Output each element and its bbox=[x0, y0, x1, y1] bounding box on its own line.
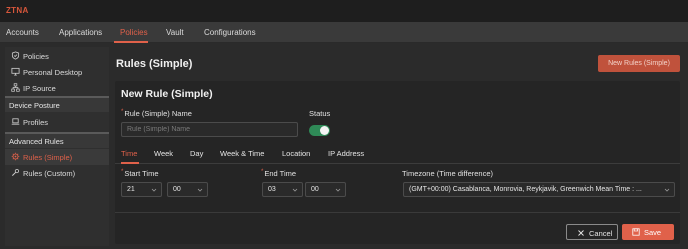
rule-name-input[interactable] bbox=[121, 122, 298, 137]
sidebar-section-label: Device Posture bbox=[9, 101, 60, 110]
chevron-down-icon bbox=[197, 188, 203, 192]
tab-active-indicator bbox=[121, 162, 139, 164]
start-time-label-text: Start Time bbox=[124, 169, 159, 178]
network-icon bbox=[11, 83, 20, 92]
rule-name-label: *Rule (Simple) Name bbox=[121, 109, 192, 118]
form-title: New Rule (Simple) bbox=[121, 88, 213, 100]
tab-week[interactable]: Week bbox=[154, 149, 173, 158]
sidebar-item-personal-desktop[interactable]: Personal Desktop bbox=[5, 64, 109, 80]
required-marker: * bbox=[261, 169, 264, 175]
nav-applications[interactable]: Applications bbox=[59, 28, 102, 37]
sidebar-item-label: Rules (Simple) bbox=[23, 153, 73, 162]
sidebar-item-ip-source[interactable]: IP Source bbox=[5, 80, 109, 96]
start-minute-select[interactable]: 00 bbox=[167, 182, 208, 197]
sidebar-item-profiles[interactable]: Profiles bbox=[5, 114, 109, 130]
cancel-label: Cancel bbox=[589, 229, 613, 238]
end-time-label-text: End Time bbox=[264, 169, 297, 178]
timezone-select[interactable]: (GMT+00:00) Casablanca, Monrovia, Reykja… bbox=[403, 182, 675, 197]
select-value: 00 bbox=[311, 186, 319, 193]
nav-accounts[interactable]: Accounts bbox=[6, 28, 39, 37]
tab-location[interactable]: Location bbox=[282, 149, 310, 158]
laptop-icon bbox=[11, 118, 20, 125]
timezone-label: Timezone (Time difference) bbox=[402, 169, 494, 178]
select-value: (GMT+00:00) Casablanca, Monrovia, Reykja… bbox=[409, 186, 642, 193]
close-icon bbox=[578, 230, 584, 236]
new-rule-form: New Rule (Simple) *Rule (Simple) Name St… bbox=[115, 81, 680, 244]
main-nav: Accounts Applications Policies Vault Con… bbox=[0, 22, 688, 43]
end-minute-select[interactable]: 00 bbox=[305, 182, 346, 197]
nav-configurations[interactable]: Configurations bbox=[204, 28, 256, 37]
sidebar-item-label: Profiles bbox=[23, 118, 49, 127]
start-hour-select[interactable]: 21 bbox=[121, 182, 162, 197]
save-button[interactable]: Save bbox=[622, 224, 674, 240]
shield-check-icon bbox=[11, 51, 20, 60]
chevron-down-icon bbox=[151, 188, 157, 192]
gear-icon bbox=[11, 152, 20, 161]
tab-week-time[interactable]: Week & Time bbox=[220, 149, 264, 158]
required-marker: * bbox=[121, 169, 124, 175]
select-value: 21 bbox=[127, 186, 135, 193]
page-title: Rules (Simple) bbox=[116, 58, 193, 70]
sidebar: Policies Personal Desktop IP Source Devi… bbox=[5, 47, 109, 246]
cancel-button[interactable]: Cancel bbox=[566, 224, 618, 240]
sidebar-item-label: Rules (Custom) bbox=[23, 169, 76, 178]
tab-time[interactable]: Time bbox=[121, 149, 137, 158]
chevron-down-icon bbox=[292, 188, 298, 192]
sidebar-item-label: Personal Desktop bbox=[23, 68, 83, 77]
save-icon bbox=[632, 228, 640, 236]
top-bar: ZTNA bbox=[0, 0, 688, 22]
save-label: Save bbox=[644, 228, 662, 237]
start-time-label: *Start Time bbox=[121, 169, 159, 178]
sidebar-item-rules-custom[interactable]: Rules (Custom) bbox=[5, 165, 109, 181]
required-marker: * bbox=[121, 109, 124, 115]
sidebar-item-label: Policies bbox=[23, 52, 49, 61]
sidebar-section-label: Advanced Rules bbox=[9, 137, 64, 146]
tab-divider bbox=[115, 163, 680, 164]
tab-ip-address[interactable]: IP Address bbox=[328, 149, 364, 158]
status-toggle[interactable] bbox=[309, 125, 330, 136]
sidebar-item-rules-simple[interactable]: Rules (Simple) bbox=[5, 149, 109, 165]
sidebar-section-advanced-rules: Advanced Rules bbox=[5, 132, 109, 148]
tab-day[interactable]: Day bbox=[190, 149, 203, 158]
rule-name-label-text: Rule (Simple) Name bbox=[124, 109, 192, 118]
nav-active-indicator bbox=[114, 41, 148, 43]
sidebar-section-device-posture: Device Posture bbox=[5, 96, 109, 112]
form-footer-divider bbox=[115, 212, 680, 213]
monitor-icon bbox=[11, 67, 20, 76]
end-time-label: *End Time bbox=[261, 169, 296, 178]
nav-vault[interactable]: Vault bbox=[166, 28, 184, 37]
toggle-knob bbox=[320, 126, 329, 135]
chevron-down-icon bbox=[664, 188, 670, 192]
select-value: 00 bbox=[173, 186, 181, 193]
wrench-icon bbox=[11, 168, 20, 177]
new-rule-button[interactable]: New Rules (Simple) bbox=[598, 55, 680, 72]
status-label: Status bbox=[309, 109, 331, 118]
brand-logo[interactable]: ZTNA bbox=[6, 6, 29, 15]
nav-policies[interactable]: Policies bbox=[120, 28, 148, 37]
sidebar-item-policies[interactable]: Policies bbox=[5, 48, 109, 64]
chevron-down-icon bbox=[335, 188, 341, 192]
select-value: 03 bbox=[268, 186, 276, 193]
end-hour-select[interactable]: 03 bbox=[262, 182, 303, 197]
main-content: Rules (Simple) New Rules (Simple) New Ru… bbox=[114, 47, 685, 246]
sidebar-item-label: IP Source bbox=[23, 84, 56, 93]
